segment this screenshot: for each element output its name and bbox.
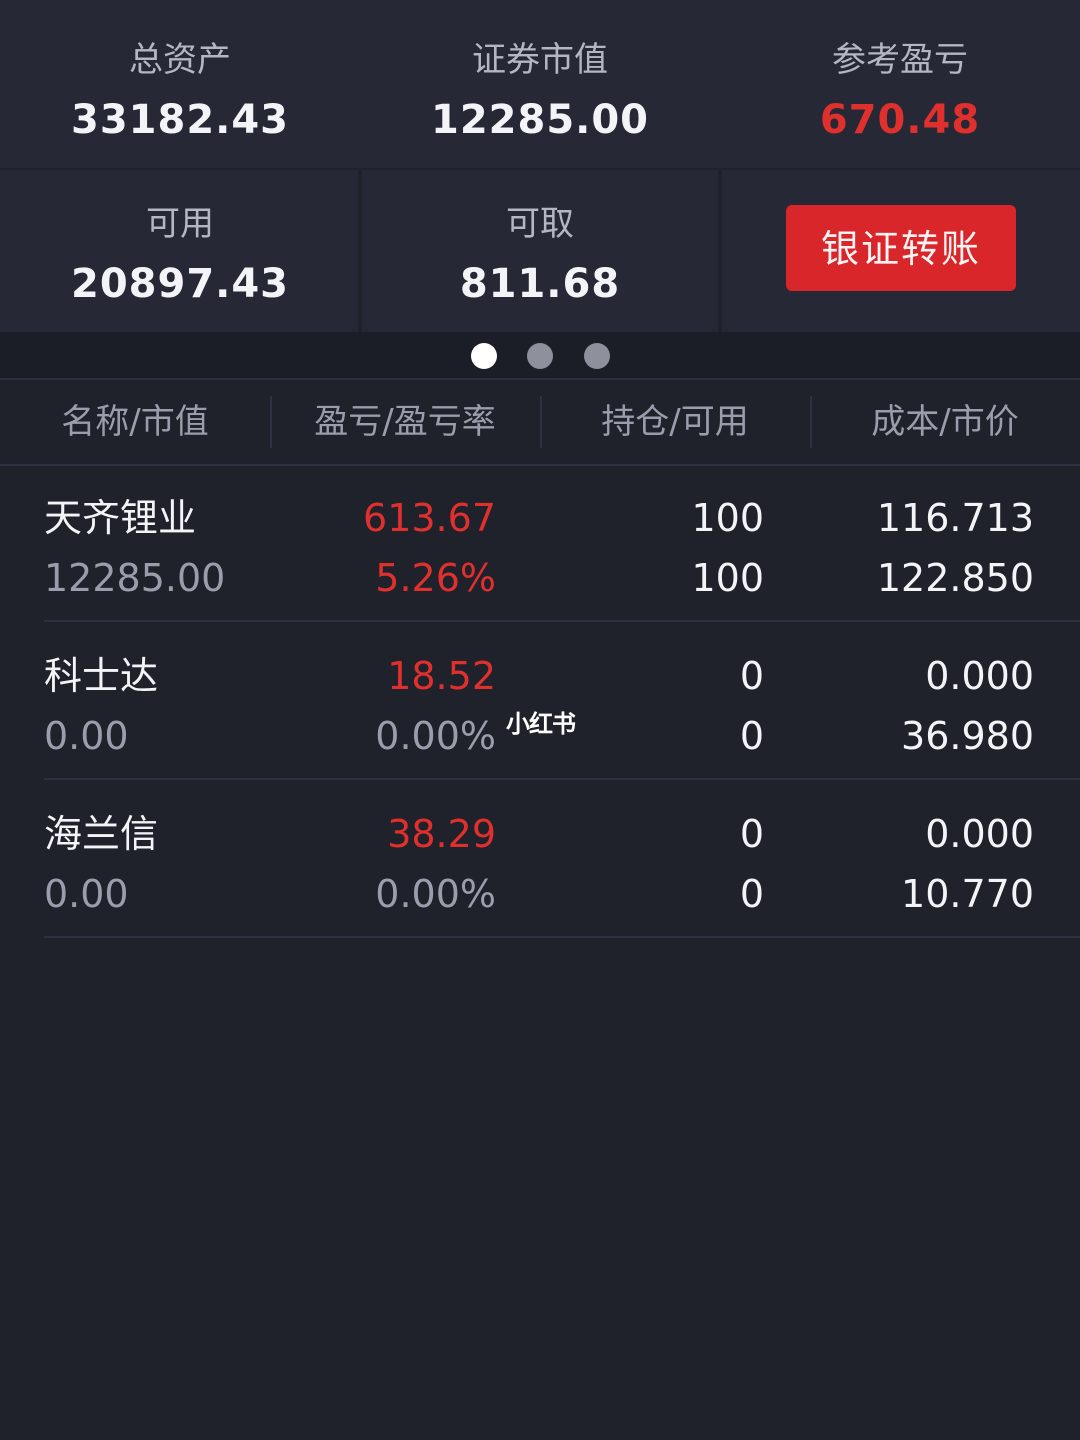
withdrawable-funds-label: 可取 xyxy=(506,204,574,244)
stock-cost: 0.000 xyxy=(925,654,1034,698)
stock-market-value: 0.00 xyxy=(44,872,129,916)
header-position-available[interactable]: 持仓/可用 xyxy=(540,380,810,464)
page-indicator xyxy=(0,332,1080,378)
stock-pnl: 38.29 xyxy=(387,812,496,856)
stock-cost: 116.713 xyxy=(876,496,1034,540)
stock-pnl-rate: 0.00% xyxy=(375,872,496,916)
stock-available: 100 xyxy=(691,556,764,600)
total-assets-label: 总资产 xyxy=(129,40,231,80)
header-name-market-value[interactable]: 名称/市值 xyxy=(0,380,270,464)
page-dot-3[interactable] xyxy=(584,343,610,369)
available-funds: 可用 20897.43 xyxy=(0,204,360,308)
market-value-label: 证券市值 xyxy=(472,40,608,80)
stock-price: 122.850 xyxy=(876,556,1034,600)
stock-pnl-rate: 5.26% xyxy=(375,556,496,600)
stock-market-value: 0.00 xyxy=(44,714,129,758)
bank-securities-transfer-button[interactable]: 银证转账 xyxy=(786,205,1016,291)
stock-name: 科士达 xyxy=(44,654,159,698)
withdrawable-funds-value: 811.68 xyxy=(459,261,621,307)
stock-market-value: 12285.00 xyxy=(44,556,226,600)
reference-pnl: 参考盈亏 670.48 xyxy=(720,40,1080,144)
stock-name: 天齐锂业 xyxy=(44,496,197,540)
page-dot-1[interactable] xyxy=(471,343,497,369)
withdrawable-funds: 可取 811.68 xyxy=(360,204,720,308)
market-value: 证券市值 12285.00 xyxy=(360,40,720,144)
available-funds-label: 可用 xyxy=(146,204,214,244)
market-value-value: 12285.00 xyxy=(430,97,650,143)
holding-row[interactable]: 海兰信 0.00 38.29 0.00% 0 0 0.000 10.770 xyxy=(0,780,1080,938)
total-assets-value: 33182.43 xyxy=(70,97,290,143)
page-dot-2[interactable] xyxy=(527,343,553,369)
stock-position: 100 xyxy=(691,496,764,540)
stock-position: 0 xyxy=(739,812,764,856)
reference-pnl-value: 670.48 xyxy=(819,97,981,143)
stock-position: 0 xyxy=(739,654,764,698)
stock-pnl: 18.52 xyxy=(387,654,496,698)
available-funds-value: 20897.43 xyxy=(70,261,290,307)
header-pnl-rate[interactable]: 盈亏/盈亏率 xyxy=(270,380,540,464)
account-summary: 总资产 33182.43 证券市值 12285.00 参考盈亏 670.48 可… xyxy=(0,0,1080,332)
stock-pnl-rate: 0.00% xyxy=(375,714,496,758)
stock-name: 海兰信 xyxy=(44,812,159,856)
holding-row[interactable]: 科士达 0.00 18.52 0.00% 0 0 0.000 36.980 xyxy=(0,622,1080,780)
stock-available: 0 xyxy=(739,714,764,758)
reference-pnl-label: 参考盈亏 xyxy=(832,40,968,80)
stock-cost: 0.000 xyxy=(925,812,1034,856)
holding-row[interactable]: 天齐锂业 12285.00 613.67 5.26% 100 100 116.7… xyxy=(0,464,1080,622)
watermark-logo: 小红书 xyxy=(506,710,576,738)
total-assets: 总资产 33182.43 xyxy=(0,40,360,144)
summary-divider xyxy=(0,168,1080,170)
header-cost-price[interactable]: 成本/市价 xyxy=(810,380,1080,464)
stock-pnl: 613.67 xyxy=(363,496,496,540)
stock-price: 36.980 xyxy=(901,714,1034,758)
stock-price: 10.770 xyxy=(901,872,1034,916)
stock-available: 0 xyxy=(739,872,764,916)
holdings-table-header: 名称/市值 盈亏/盈亏率 持仓/可用 成本/市价 xyxy=(0,378,1080,466)
row-divider xyxy=(44,936,1080,938)
